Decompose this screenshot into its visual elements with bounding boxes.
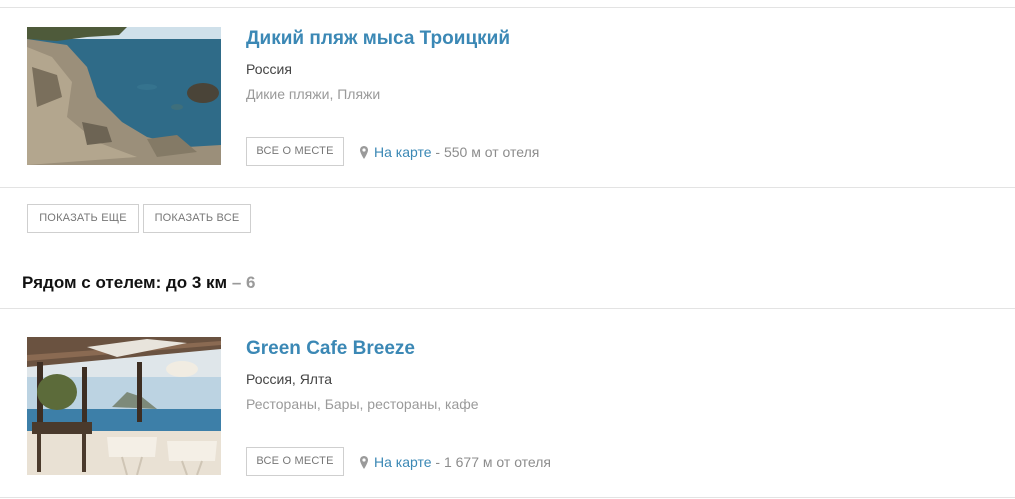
map-pin-icon xyxy=(360,456,368,472)
about-place-button[interactable]: ВСЕ О МЕСТЕ xyxy=(246,447,344,476)
place-photo-beach[interactable] xyxy=(27,27,221,165)
divider xyxy=(0,187,1015,188)
place-categories: Дикие пляжи, Пляжи xyxy=(246,86,381,102)
section-separator: – xyxy=(227,273,247,292)
distance-text: - 550 м от отеля xyxy=(431,144,540,160)
distance-text: - 1 677 м от отеля xyxy=(431,454,551,470)
show-all-button[interactable]: ПОКАЗАТЬ ВСЕ xyxy=(143,204,251,233)
map-link[interactable]: На карте xyxy=(374,454,432,470)
place-title[interactable]: Green Cafe Breeze xyxy=(246,338,415,360)
about-place-button[interactable]: ВСЕ О МЕСТЕ xyxy=(246,137,344,166)
place-location: Россия xyxy=(246,61,292,77)
section-count: 6 xyxy=(246,273,256,292)
place-photo-cafe[interactable] xyxy=(27,337,221,475)
divider xyxy=(0,7,1015,8)
divider xyxy=(0,308,1015,309)
section-title: Рядом с отелем: до 3 км xyxy=(22,273,228,292)
map-line: На карте - 1 677 м от отеля xyxy=(360,454,551,472)
divider xyxy=(0,497,1015,498)
section-heading: Рядом с отелем: до 3 км – 6 xyxy=(22,273,256,293)
map-link[interactable]: На карте xyxy=(374,144,432,160)
place-location: Россия, Ялта xyxy=(246,371,333,387)
place-categories: Рестораны, Бары, рестораны, кафе xyxy=(246,396,479,412)
map-pin-icon xyxy=(360,146,368,162)
show-more-button[interactable]: ПОКАЗАТЬ ЕЩЕ xyxy=(27,204,139,233)
map-line: На карте - 550 м от отеля xyxy=(360,144,539,162)
place-title[interactable]: Дикий пляж мыса Троицкий xyxy=(246,28,510,50)
